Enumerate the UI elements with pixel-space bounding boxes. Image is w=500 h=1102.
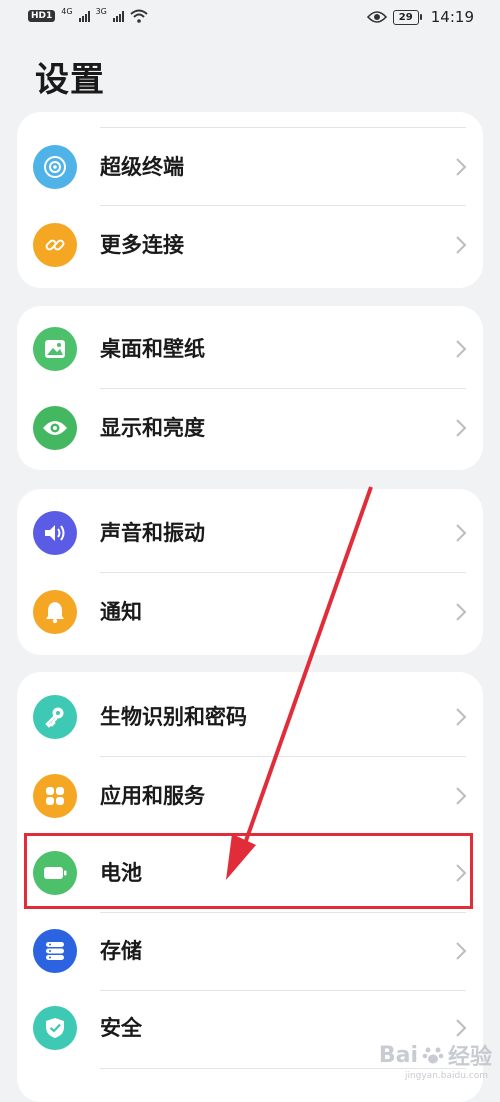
watermark-suffix: 经验 [447, 1045, 492, 1070]
baidu-watermark: Bai 经验 jingyan.baidu.com [378, 1039, 492, 1082]
watermark-text: Bai [378, 1042, 418, 1068]
watermark-url: jingyan.baidu.com [404, 1071, 488, 1081]
paw-icon [422, 1047, 444, 1064]
annotation-arrow-icon [226, 486, 373, 880]
